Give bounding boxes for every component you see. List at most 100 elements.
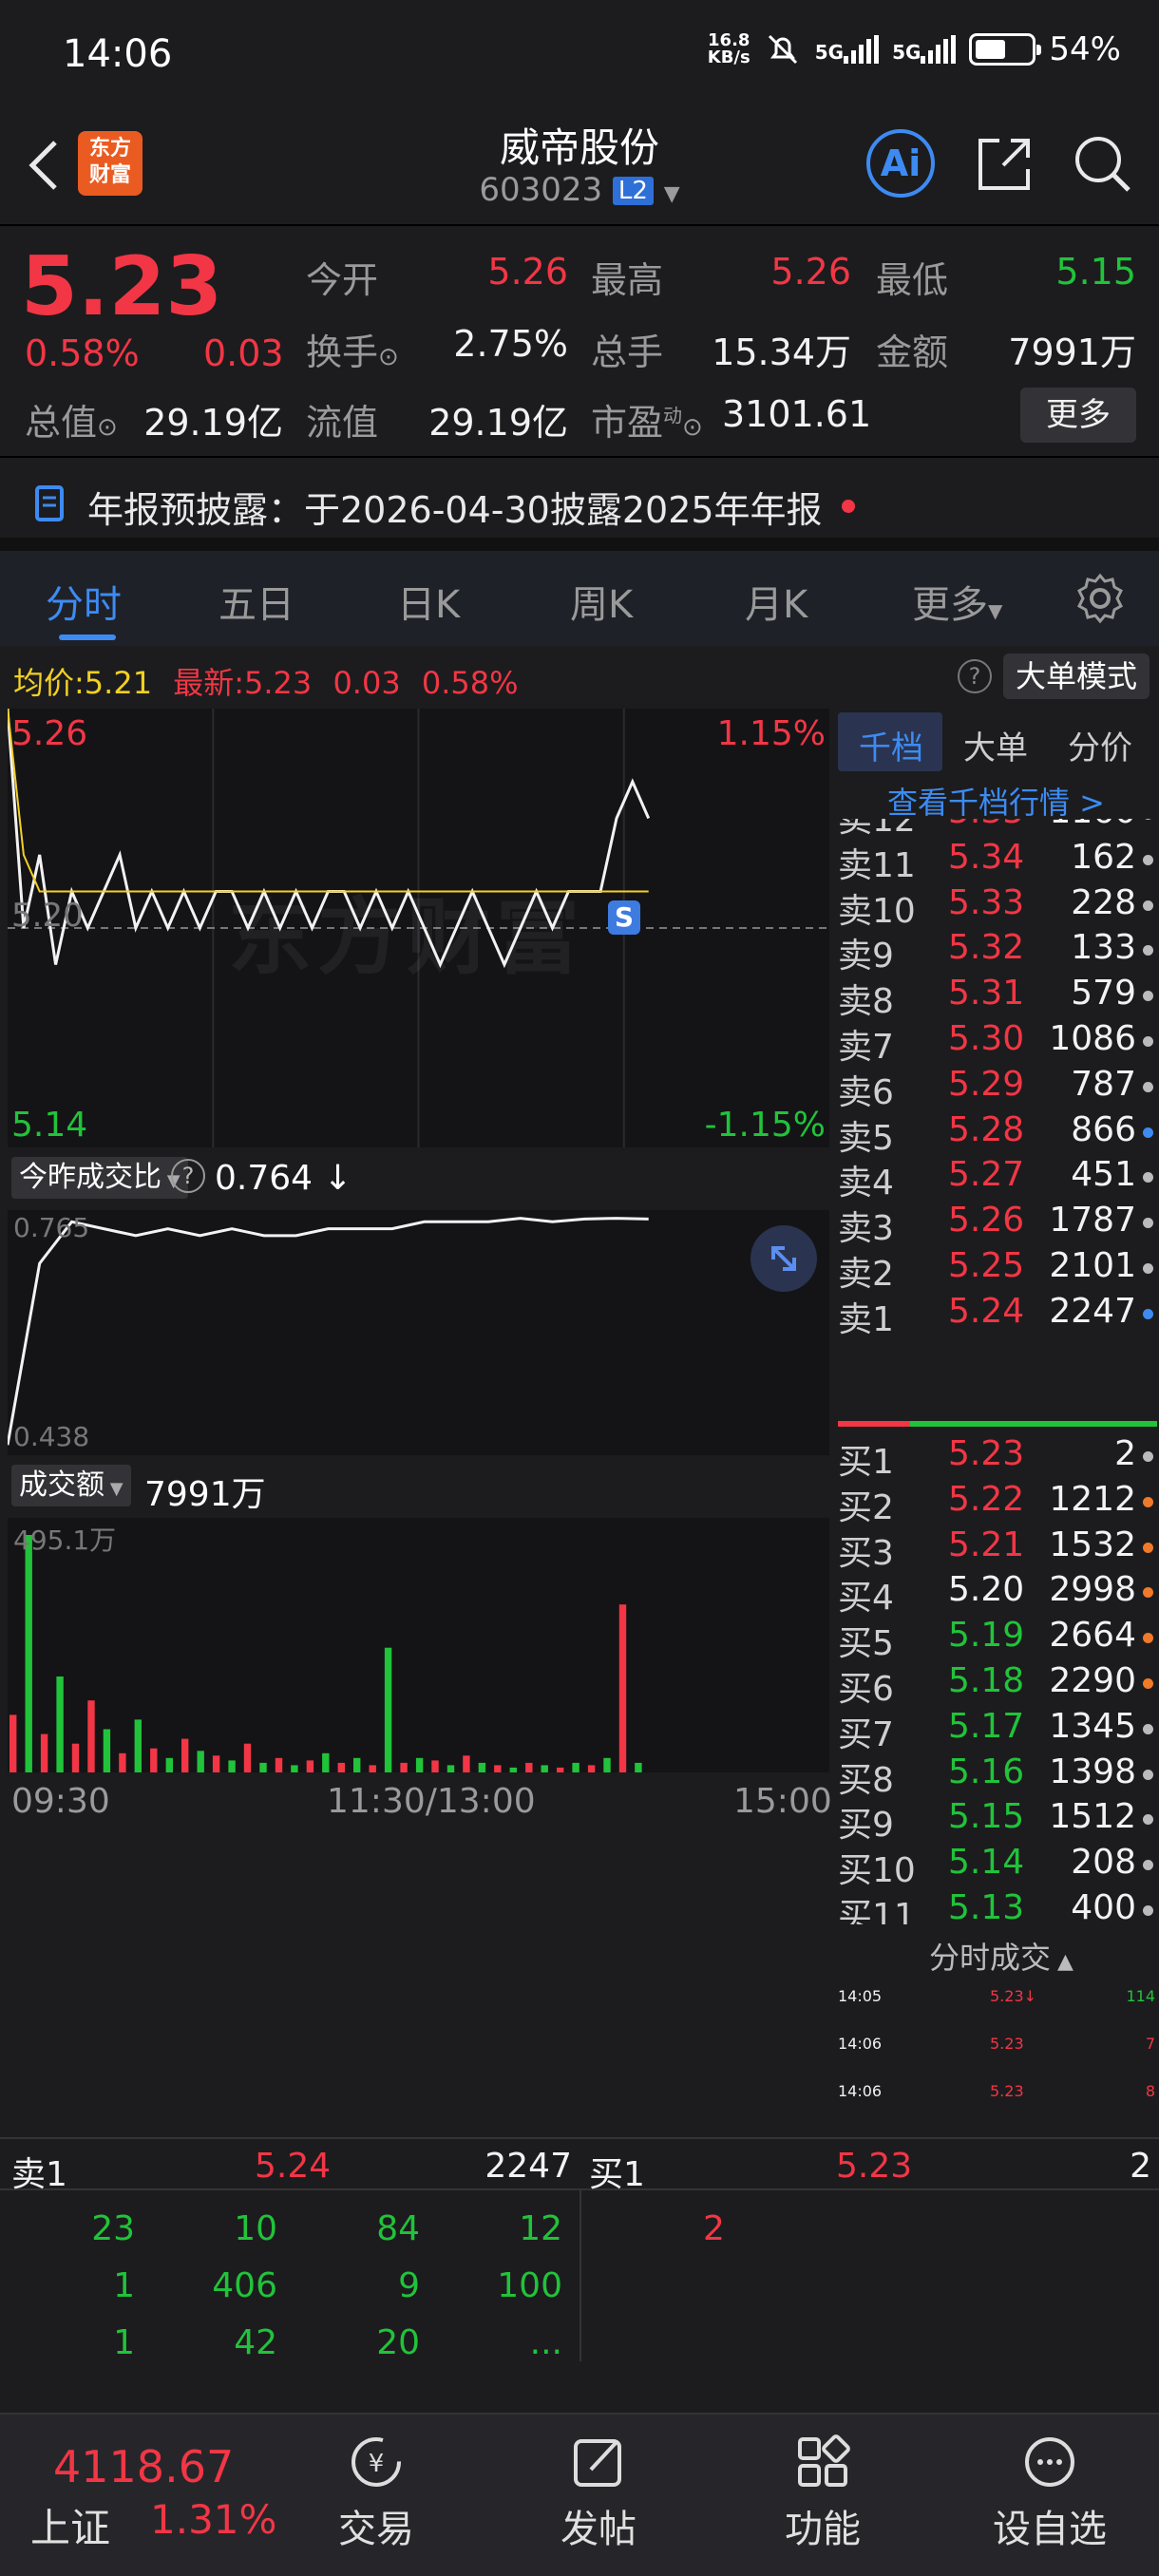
- ob-level-label: 卖9: [838, 937, 894, 976]
- help-icon[interactable]: ?: [958, 659, 992, 693]
- ob-tab-price-dist[interactable]: 分价: [1068, 722, 1132, 768]
- orderbook-row[interactable]: 卖9 5.32 133: [834, 928, 1159, 976]
- ob-price: 5.21: [948, 1525, 1025, 1564]
- orderbook-row[interactable]: 买5 5.19 2664: [834, 1616, 1159, 1663]
- amount-selector[interactable]: 成交额 ▼: [11, 1465, 131, 1506]
- nav-add-watchlist[interactable]: 设自选: [978, 2434, 1121, 2553]
- amount-bar: [572, 1762, 580, 1772]
- orderbook-row[interactable]: 买7 5.17 1345: [834, 1706, 1159, 1754]
- ob-marker-dot: [1143, 1127, 1153, 1138]
- info-icon[interactable]: ⊙: [378, 343, 399, 371]
- nav-post[interactable]: 发帖: [542, 2434, 656, 2553]
- nav-add-watchlist-label: 设自选: [993, 2508, 1107, 2551]
- orderbook-row[interactable]: 卖1 5.24 2247: [834, 1291, 1159, 1339]
- ob-volume: 2290: [1049, 1661, 1136, 1700]
- ratio-label: 今昨成交比: [19, 1161, 162, 1194]
- amount-bar: [557, 1767, 564, 1772]
- ob-marker-dot: [1143, 1036, 1153, 1047]
- chart-area: 均价:5.21 最新:5.23 0.03 0.58% ? 大单模式 5.26 5…: [0, 646, 1159, 2137]
- big-order-mode-button[interactable]: 大单模式: [1003, 653, 1150, 699]
- bid-list: 买1 5.23 2 买2 5.22 1212 买3 5.21 1532 买4 5.20 2998 买5 5…: [834, 1434, 1159, 1985]
- settings-gear-icon[interactable]: [1074, 572, 1127, 625]
- annual-report-notice[interactable]: 年报预披露：于2026-04-30披露2025年年报: [0, 456, 1159, 551]
- amount-bar: [446, 1765, 455, 1772]
- ob-volume: 2247: [1049, 1291, 1136, 1331]
- ob-tab-big-order[interactable]: 大单: [963, 722, 1028, 768]
- amount-bar: [494, 1765, 502, 1772]
- index-ticker[interactable]: 4118.67 上证 1.31%: [0, 2415, 276, 2576]
- ob-marker-dot: [1143, 1860, 1153, 1871]
- tab-daily-k[interactable]: 日K: [397, 574, 460, 629]
- orderbook-row[interactable]: 卖2 5.25 2101: [834, 1246, 1159, 1294]
- high-label: 最高: [591, 259, 664, 301]
- ob-level-label: 买4: [838, 1579, 894, 1619]
- info-icon[interactable]: ⊙: [682, 413, 703, 442]
- ratio-chart[interactable]: 0.765 0.438: [8, 1210, 829, 1455]
- intraday-ticks[interactable]: 分时成交 ▲ 14:05 5.23↓ 114 14:06 5.23 7 14:06 5.23 8: [834, 1924, 1159, 2137]
- amount-chart[interactable]: 495.1万: [8, 1518, 829, 1772]
- orderbook-row[interactable]: 卖8 5.31 579: [834, 974, 1159, 1021]
- price-chart[interactable]: 5.26 5.20 5.14 1.15% -1.15% 东方财富 S: [8, 709, 829, 1147]
- orderbook-row[interactable]: 卖11 5.34 162: [834, 838, 1159, 885]
- orderbook-row[interactable]: 买1 5.23 2: [834, 1434, 1159, 1482]
- amount-bar: [337, 1762, 345, 1772]
- ob-price: 5.15: [948, 1797, 1025, 1837]
- tab-5day[interactable]: 五日: [218, 574, 294, 629]
- ob-volume: 1345: [1049, 1706, 1136, 1746]
- tick-price: 5.23↓: [990, 1987, 1037, 2005]
- orderbook-row[interactable]: 卖3 5.26 1787: [834, 1201, 1159, 1248]
- y-mid-label: 5.20: [11, 897, 84, 935]
- svg-text:¥: ¥: [369, 2450, 385, 2478]
- orderbook-row[interactable]: 卖6 5.29 787: [834, 1065, 1159, 1112]
- orderbook-row[interactable]: 卖125.351160: [834, 819, 1159, 840]
- ob-price: 5.27: [948, 1155, 1025, 1195]
- view-qiandang-link[interactable]: 查看千档行情 >: [887, 779, 1105, 823]
- amount-bar: [259, 1762, 267, 1772]
- ai-button[interactable]: Ai: [866, 129, 935, 198]
- net-speed-unit: KB/s: [707, 47, 750, 67]
- help-icon[interactable]: ?: [171, 1159, 205, 1193]
- ob-price: 5.25: [948, 1246, 1025, 1285]
- orderbook-row[interactable]: 买10 5.14 208: [834, 1843, 1159, 1890]
- ob-volume: 133: [1071, 928, 1136, 968]
- ob-marker-dot: [1143, 945, 1153, 957]
- info-icon[interactable]: ⊙: [97, 413, 118, 442]
- tick-row: 14:06 5.23 7: [834, 2035, 1159, 2080]
- tab-more[interactable]: 更多▼: [912, 574, 1002, 629]
- ob-level-label: 卖8: [838, 982, 894, 1022]
- ob-volume: 2664: [1049, 1616, 1136, 1656]
- orderbook-row[interactable]: 买6 5.18 2290: [834, 1661, 1159, 1709]
- series-line-avg: [8, 709, 649, 893]
- orderbook-row[interactable]: 卖10 5.33 228: [834, 883, 1159, 931]
- order-book: 千档 大单 分价 查看千档行情 > 卖125.351160卖115.34162卖…: [834, 709, 1159, 1981]
- more-button[interactable]: 更多: [1020, 388, 1136, 443]
- amount-bar: [463, 1755, 470, 1772]
- y-min-label: 5.14: [11, 1106, 88, 1145]
- ratio-selector[interactable]: 今昨成交比 ▼: [11, 1157, 188, 1199]
- orderbook-row[interactable]: 买2 5.22 1212: [834, 1480, 1159, 1527]
- orderbook-row[interactable]: 买4 5.20 2998: [834, 1570, 1159, 1619]
- amount-bar: [212, 1755, 220, 1772]
- sell-marker[interactable]: S: [608, 900, 640, 935]
- orderbook-row[interactable]: 买8 5.16 1398: [834, 1752, 1159, 1800]
- orderbook-row[interactable]: 买3 5.21 1532: [834, 1525, 1159, 1573]
- orderbook-row[interactable]: 卖7 5.30 1086: [834, 1019, 1159, 1067]
- orderbook-row[interactable]: 买9 5.15 1512: [834, 1797, 1159, 1845]
- share-icon[interactable]: [975, 135, 1034, 194]
- orderbook-row[interactable]: 卖5 5.28 866: [834, 1109, 1159, 1158]
- orderbook-row[interactable]: 卖4 5.27 451: [834, 1155, 1159, 1203]
- tab-monthly-k[interactable]: 月K: [745, 574, 808, 629]
- ob-tab-qiandang[interactable]: 千档: [859, 722, 923, 768]
- mcap-label: 总值⊙: [25, 393, 118, 445]
- tick-volume: 8: [1145, 2082, 1155, 2100]
- queue-header: 卖1 5.24 2247 买1 5.23 2: [0, 2137, 1159, 2194]
- ask-queue-item: 1: [113, 2323, 135, 2362]
- ratio-value-row: 0.764 ↓: [215, 1159, 352, 1198]
- expand-button[interactable]: [750, 1225, 817, 1292]
- tab-weekly-k[interactable]: 周K: [570, 574, 633, 629]
- ob-volume: 866: [1071, 1109, 1136, 1149]
- tab-intraday[interactable]: 分时: [46, 574, 122, 629]
- nav-functions[interactable]: 功能: [766, 2434, 880, 2553]
- search-icon[interactable]: [1072, 133, 1134, 196]
- nav-trade[interactable]: ¥ 交易: [319, 2434, 433, 2553]
